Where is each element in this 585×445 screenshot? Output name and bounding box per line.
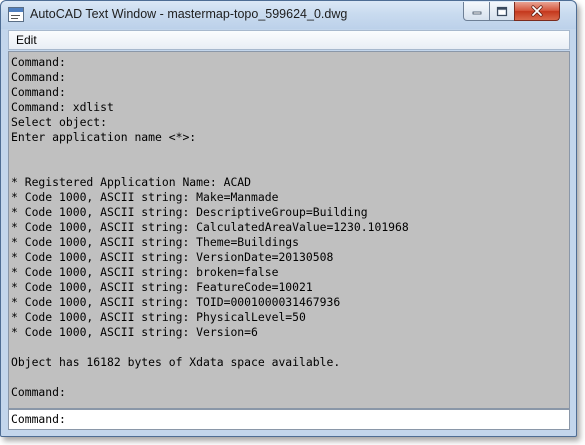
console-line: Enter application name <*>: — [11, 130, 197, 144]
command-history[interactable]: Command: Command: Command: Command: xdlist S… — [8, 51, 570, 409]
maximize-icon — [496, 6, 508, 16]
console-line: Command: — [11, 70, 66, 84]
console-line: * Code 1000, ASCII string: VersionDate=2… — [11, 250, 334, 264]
console-line: * Registered Application Name: ACAD — [11, 175, 252, 189]
close-icon — [531, 5, 543, 17]
console-line: Command: xdlist — [11, 100, 114, 114]
console-line: Select object: — [11, 115, 108, 129]
command-input[interactable] — [71, 411, 561, 428]
minimize-button[interactable] — [463, 2, 490, 21]
console-line: * Code 1000, ASCII string: Make=Manmade — [11, 190, 279, 204]
console-line: Object has 16182 bytes of Xdata space av… — [11, 355, 341, 369]
console-line: Command: — [11, 385, 66, 399]
menu-bar: Edit — [8, 30, 570, 50]
title-bar[interactable]: AutoCAD Text Window - mastermap-topo_599… — [1, 1, 576, 29]
menu-edit[interactable]: Edit — [16, 33, 37, 47]
console-line: * Code 1000, ASCII string: broken=false — [11, 265, 279, 279]
console-line: * Code 1000, ASCII string: PhysicalLevel… — [11, 310, 306, 324]
window-title: AutoCAD Text Window - mastermap-topo_599… — [30, 7, 348, 21]
command-history-text: Command: Command: Command: Command: xdlist S… — [11, 55, 409, 400]
console-line: * Code 1000, ASCII string: FeatureCode=1… — [11, 280, 313, 294]
close-button[interactable] — [514, 2, 560, 21]
command-line[interactable]: Command: — [8, 409, 570, 430]
console-line: * Code 1000, ASCII string: CalculatedAre… — [11, 220, 409, 234]
maximize-button[interactable] — [489, 2, 515, 21]
console-line: * Code 1000, ASCII string: Theme=Buildin… — [11, 235, 300, 249]
autocad-text-window-icon[interactable] — [8, 7, 24, 22]
console-line: Command: — [11, 55, 66, 69]
console-line: * Code 1000, ASCII string: DescriptiveGr… — [11, 205, 368, 219]
command-prompt: Command: — [11, 412, 66, 426]
minimize-icon — [472, 11, 481, 15]
text-window: AutoCAD Text Window - mastermap-topo_599… — [0, 0, 577, 437]
console-line: * Code 1000, ASCII string: Version=6 — [11, 325, 258, 339]
console-line: Command: — [11, 85, 66, 99]
console-line: * Code 1000, ASCII string: TOID=00010000… — [11, 295, 341, 309]
